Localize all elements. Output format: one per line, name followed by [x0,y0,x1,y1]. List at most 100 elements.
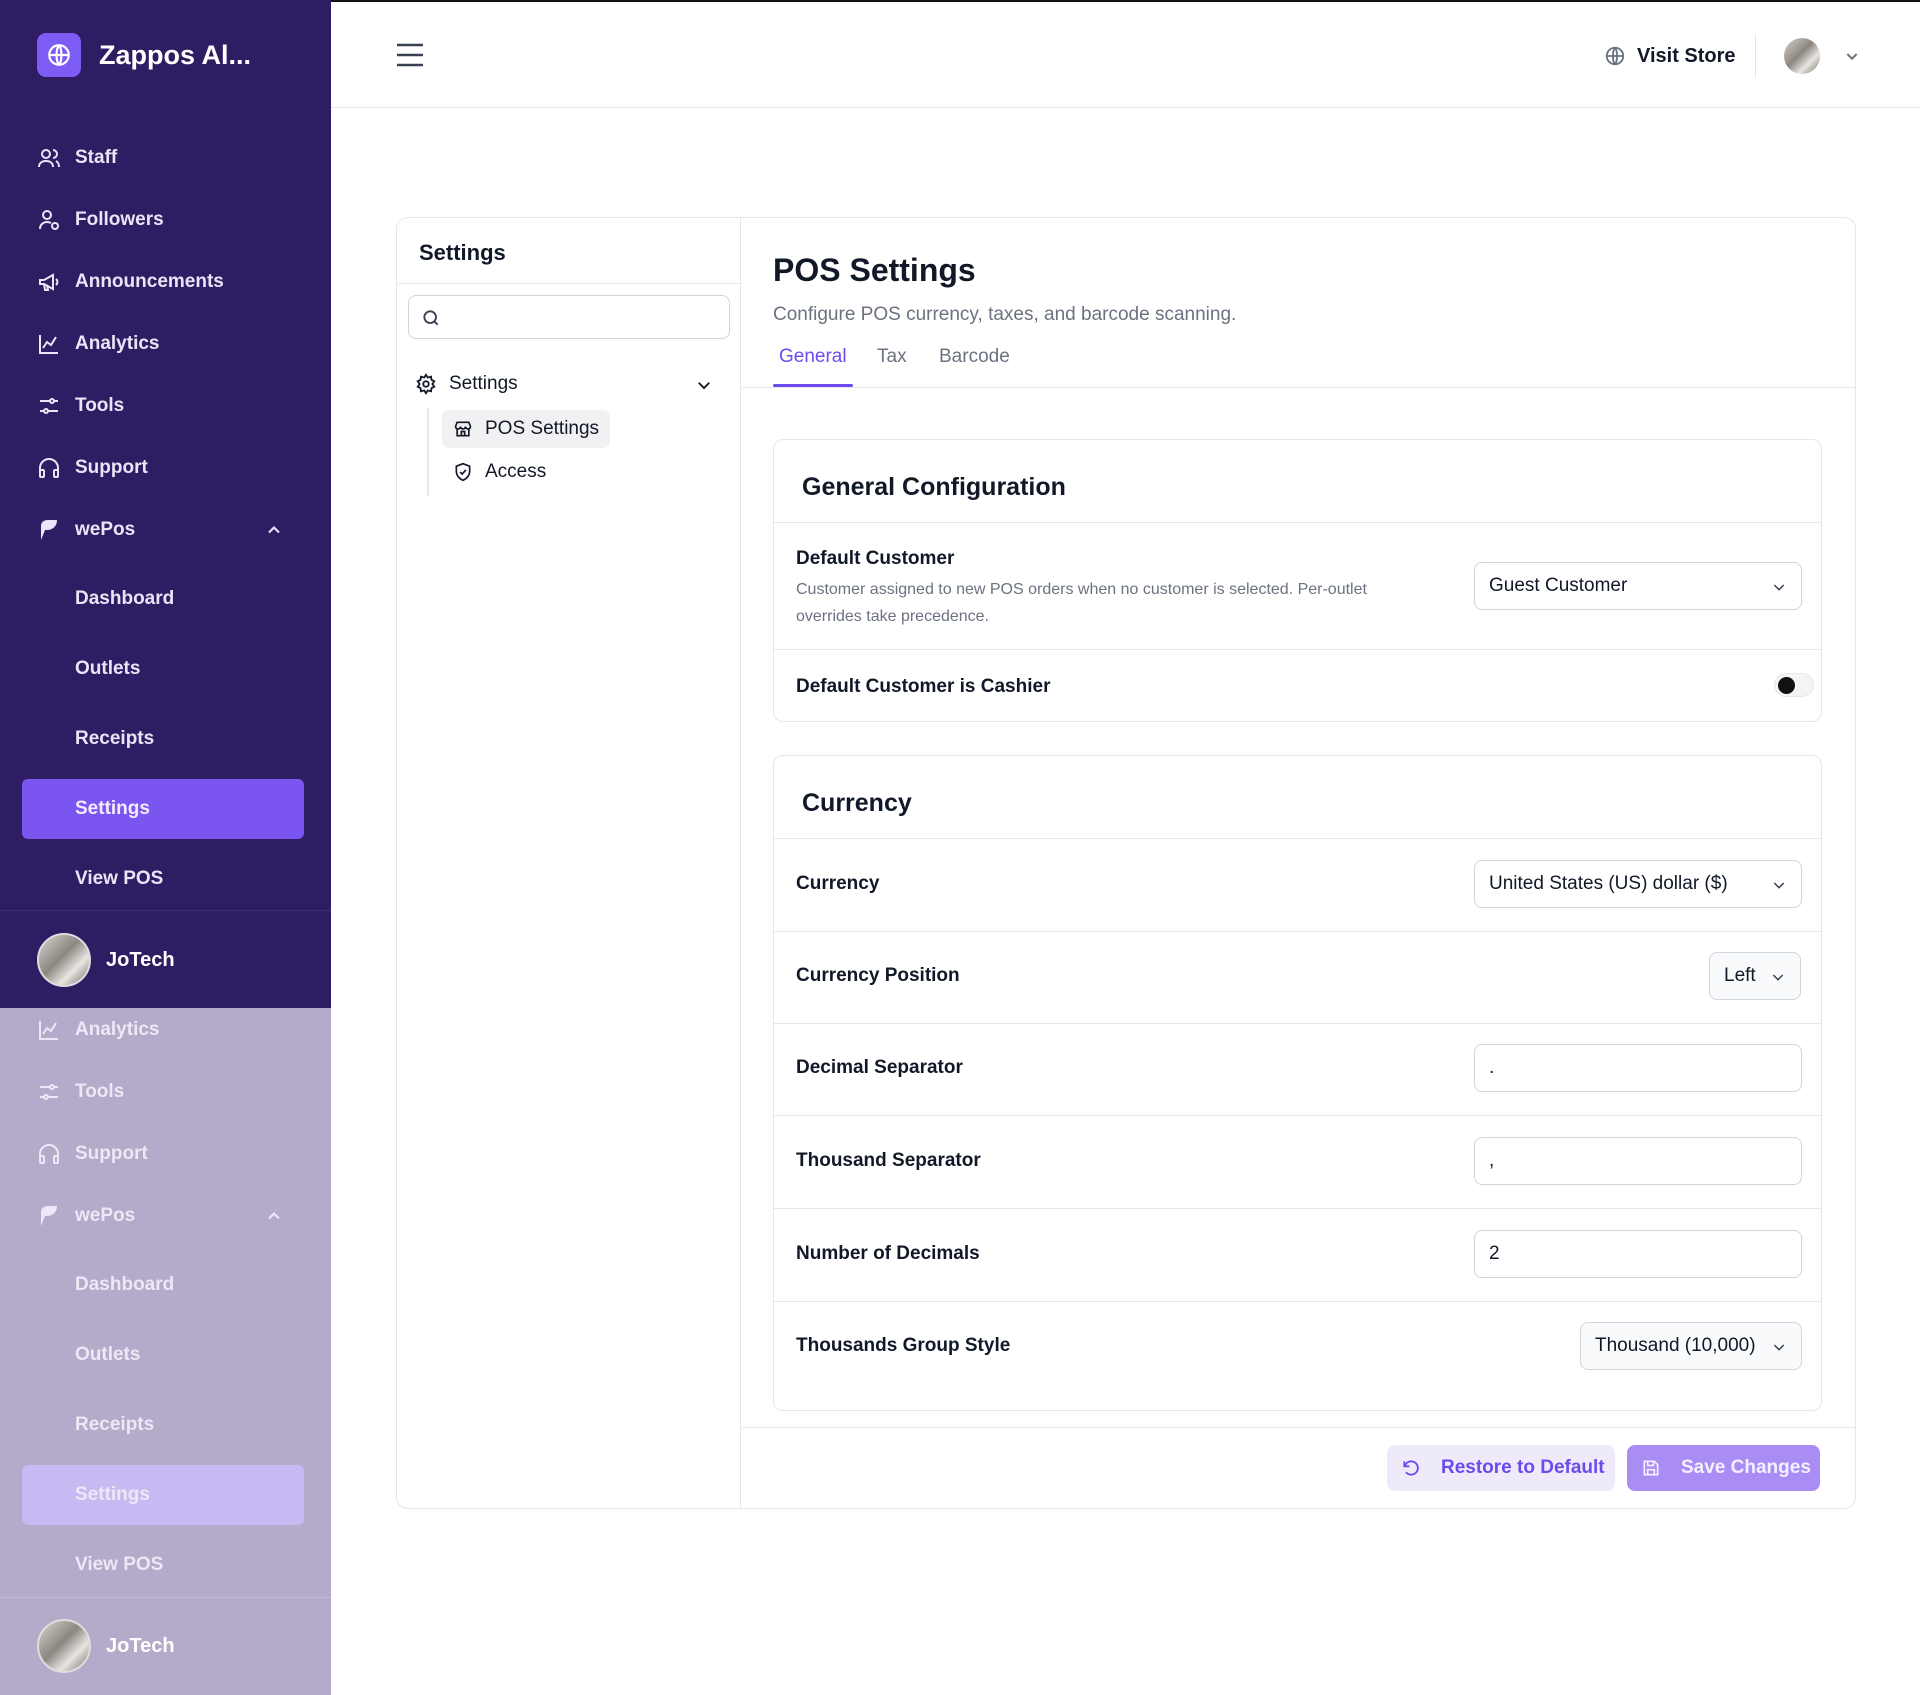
sidebar-item-receipts[interactable]: Receipts [22,709,304,769]
sidebar-item-label: Analytics [75,333,160,354]
sidebar-item-view-pos[interactable]: View POS [22,849,304,909]
sidebar-item-analytics[interactable]: Analytics [22,314,304,374]
default-customer-select[interactable]: Guest Customer [1474,562,1802,610]
sidebar-item-view-pos[interactable]: View POS [22,1535,304,1595]
settings-nav-label: POS Settings [485,418,600,439]
brand[interactable]: Zappos Al... [37,33,251,77]
sidebar-item-support[interactable]: Support [22,438,304,498]
topbar: Visit Store [331,0,1920,108]
currency-select[interactable]: United States (US) dollar ($) [1474,860,1802,908]
restore-default-button[interactable]: Restore to Default [1387,1445,1615,1491]
thousand-separator-label: Thousand Separator [796,1150,981,1171]
tab-barcode[interactable]: Barcode [939,346,1010,368]
avatar[interactable] [1784,38,1820,74]
globe-icon [1605,46,1625,66]
sliders-icon [40,398,58,414]
sidebar-item-label: Support [75,457,148,478]
sidebar: Zappos Al... Staff Followers Announcemen… [0,0,331,1695]
sidebar-overlay-panel: Analytics Tools Support wePos Dashboard … [0,1008,331,1695]
settings-tree-root[interactable]: Settings [415,368,725,400]
sidebar-user[interactable]: JoTech [37,1618,175,1674]
sidebar-item-outlets[interactable]: Outlets [22,1325,304,1385]
topbar-divider [1755,34,1756,78]
sidebar-item-announcements[interactable]: Announcements [22,252,304,312]
general-configuration-card: General Configuration Default Customer C… [773,439,1822,722]
tree-line [427,408,429,496]
chevron-down-icon [1773,1344,1785,1351]
card-title: Currency [802,789,912,817]
sidebar-item-label: Tools [75,395,125,416]
sidebar-item-dashboard[interactable]: Dashboard [22,569,304,629]
search-input[interactable] [408,295,730,339]
chevron-up-icon [268,1212,280,1220]
cashier-toggle-label: Default Customer is Cashier [796,676,1051,697]
user-name: JoTech [106,948,175,971]
sidebar-item-receipts[interactable]: Receipts [22,1395,304,1455]
avatar [37,1619,91,1673]
sidebar-user[interactable]: JoTech [37,932,175,988]
sidebar-item-staff[interactable]: Staff [22,128,304,188]
followers-icon [39,210,59,230]
sidebar-group-wepos[interactable]: wePos [22,500,304,560]
users-icon [38,149,60,168]
select-value: Guest Customer [1489,575,1628,596]
sidebar-item-dashboard[interactable]: Dashboard [22,1255,304,1315]
sidebar-item-analytics[interactable]: Analytics [22,1000,304,1060]
tab-general[interactable]: General [779,346,847,368]
menu-icon[interactable] [395,42,425,68]
divider [397,283,740,284]
gear-icon [416,373,436,395]
headphones-icon [39,1144,59,1164]
sidebar-item-label: Receipts [75,728,155,749]
restore-default-label: Restore to Default [1441,1457,1605,1478]
sidebar-item-settings[interactable]: Settings [22,1465,304,1525]
divider [774,1301,1821,1302]
megaphone-icon [39,273,59,291]
currency-label: Currency [796,873,880,894]
settings-nav-pos-settings[interactable]: POS Settings [442,410,611,448]
visit-store-link[interactable]: Visit Store [1604,42,1736,70]
thousand-separator-input[interactable]: , [1474,1137,1802,1185]
divider [774,1208,1821,1209]
number-of-decimals-input[interactable]: 2 [1474,1230,1802,1278]
sidebar-item-support[interactable]: Support [22,1124,304,1184]
cashier-toggle[interactable] [1774,673,1814,697]
currency-position-label: Currency Position [796,965,960,986]
thousands-group-style-label: Thousands Group Style [796,1335,1011,1356]
tab-tax[interactable]: Tax [877,346,907,368]
sidebar-item-followers[interactable]: Followers [22,190,304,250]
divider [774,649,1821,650]
chevron-down-icon[interactable] [1844,48,1860,64]
sidebar-item-label: Receipts [75,1414,155,1435]
divider [774,522,1821,523]
save-changes-button[interactable]: Save Changes [1627,1445,1820,1491]
save-changes-label: Save Changes [1681,1457,1811,1478]
chevron-down-icon [1773,584,1785,591]
page-title: POS Settings [773,252,976,288]
divider [774,931,1821,932]
currency-position-select[interactable]: Left [1709,952,1801,1000]
sidebar-item-label: Tools [75,1081,125,1102]
shield-check-icon [455,462,471,482]
sidebar-item-tools[interactable]: Tools [22,376,304,436]
sidebar-item-tools[interactable]: Tools [22,1062,304,1122]
sidebar-item-label: Analytics [75,1019,160,1040]
divider [774,838,1821,839]
currency-card: Currency Currency United States (US) dol… [773,755,1822,1411]
thousands-group-style-select[interactable]: Thousand (10,000) [1580,1322,1802,1370]
chart-icon [39,335,58,354]
divider [774,1115,1821,1116]
settings-nav-access[interactable]: Access [442,453,557,491]
settings-panel: Settings Settings POS Settings Access PO… [396,217,1856,1509]
sidebar-item-outlets[interactable]: Outlets [22,639,304,699]
wepos-icon [41,1206,57,1226]
default-customer-description: Customer assigned to new POS orders when… [796,581,1367,625]
chart-icon [39,1021,58,1040]
select-value: Left [1724,965,1756,986]
sidebar-group-wepos[interactable]: wePos [22,1186,304,1246]
wepos-icon [41,520,57,540]
visit-store-label: Visit Store [1637,44,1736,67]
sidebar-item-settings[interactable]: Settings [22,779,304,839]
sidebar-item-label: View POS [75,868,164,889]
decimal-separator-input[interactable]: . [1474,1044,1802,1092]
